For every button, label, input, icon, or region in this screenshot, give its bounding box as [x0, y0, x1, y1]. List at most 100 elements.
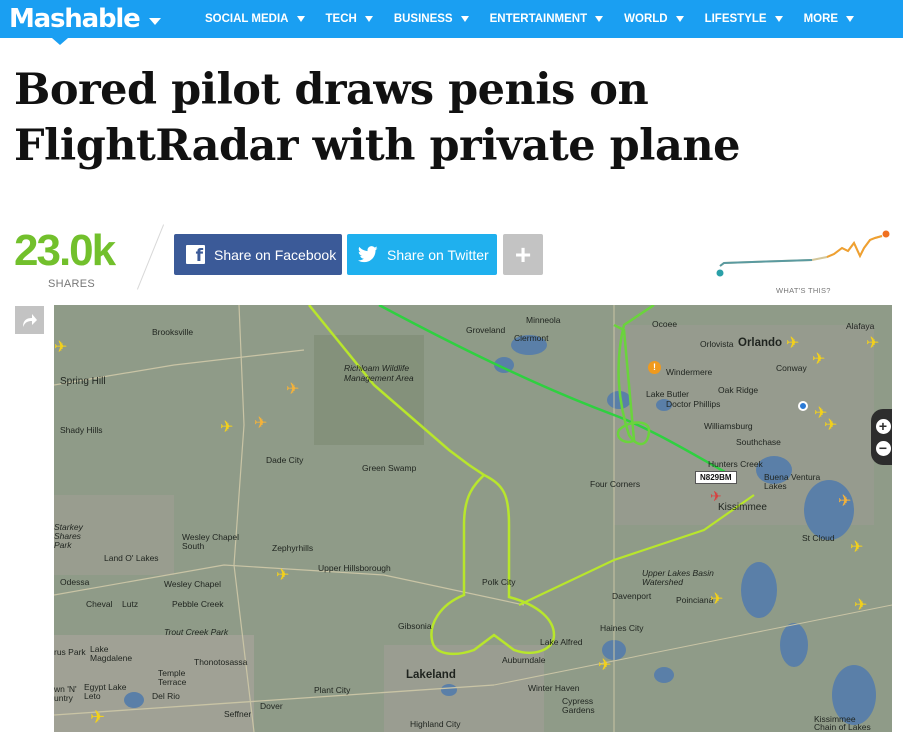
- zoom-in-button[interactable]: +: [875, 418, 891, 434]
- map-label: Plant City: [314, 685, 351, 695]
- map-label: Kissimmee: [718, 502, 767, 513]
- plane-icon: ✈: [710, 591, 724, 608]
- nav-label: MORE: [803, 13, 839, 25]
- plane-icon: ✈: [824, 417, 838, 434]
- whats-this-link[interactable]: WHAT'S THIS?: [776, 286, 831, 295]
- nav-label: ENTERTAINMENT: [489, 13, 588, 25]
- map-label: Davenport: [612, 591, 652, 601]
- map-label: Shady Hills: [60, 425, 103, 435]
- plane-icon: ✈: [850, 539, 864, 556]
- map-label: Cheval: [86, 599, 113, 609]
- nav-label: WORLD: [624, 13, 668, 25]
- plane-icon: ✈: [220, 419, 234, 436]
- map-label: Orlovista: [700, 339, 734, 349]
- map-label: Conway: [776, 363, 807, 373]
- velocity-graph: [716, 230, 890, 277]
- nav-entertainment[interactable]: ENTERTAINMENT: [490, 13, 604, 25]
- share-more-button[interactable]: +: [503, 234, 543, 275]
- share-twitter-button[interactable]: Share on Twitter: [347, 234, 497, 275]
- map-label: Clermont: [514, 333, 549, 343]
- chevron-down-icon: [595, 16, 604, 22]
- map-label: Del Rio: [152, 691, 180, 701]
- share-arrow-icon: [23, 313, 37, 327]
- map-label: Seffner: [224, 709, 252, 719]
- map-label: Green Swamp: [362, 463, 417, 473]
- mashable-logo[interactable]: Mashable: [9, 2, 161, 36]
- share-twitter-label: Share on Twitter: [387, 246, 489, 263]
- map-label: rus Park: [54, 647, 86, 657]
- nav-label: SOCIAL MEDIA: [205, 13, 289, 25]
- twitter-icon: [358, 246, 378, 263]
- map-label: Egypt Lake Leto: [84, 682, 127, 701]
- nav-pointer: [52, 38, 68, 45]
- chevron-down-icon: [364, 16, 373, 22]
- chevron-down-icon: [148, 17, 161, 25]
- plane-icon: ✈: [866, 335, 880, 352]
- facebook-icon: f: [186, 245, 205, 266]
- nav-social-media[interactable]: SOCIAL MEDIA: [205, 13, 305, 25]
- map-label: Upper Lakes Basin Watershed: [642, 568, 714, 587]
- map-label: Odessa: [60, 577, 90, 587]
- plane-icon: ✈: [276, 567, 290, 584]
- map-label: Lakeland: [406, 669, 456, 681]
- share-facebook-button[interactable]: f Share on Facebook: [174, 234, 342, 275]
- map-label: Southchase: [736, 437, 781, 447]
- map-label: Alafaya: [846, 321, 875, 331]
- share-arrow-button[interactable]: [15, 306, 44, 334]
- map-label: Richloam Wildlife Management Area: [344, 363, 414, 383]
- map-label: wn 'N' untry: [54, 684, 77, 703]
- map-label: Wesley Chapel South: [182, 532, 240, 551]
- map-label: Kissimmee Chain of Lakes: [814, 714, 871, 732]
- map-label: Auburndale: [502, 655, 546, 665]
- map-label: Lake Butler: [646, 389, 689, 399]
- plane-icon: ✈: [786, 335, 800, 352]
- article-headline: Bored pilot draws penis on FlightRadar w…: [14, 65, 740, 171]
- map-label: Windermere: [666, 367, 713, 377]
- top-nav: Mashable SOCIAL MEDIA TECH BUSINESS ENTE…: [0, 0, 903, 38]
- plane-icon: ✈: [286, 381, 300, 398]
- share-facebook-label: Share on Facebook: [214, 246, 337, 263]
- nav-tech[interactable]: TECH: [326, 13, 373, 25]
- map-label: Dover: [260, 701, 283, 711]
- plane-icon: ✈: [254, 415, 268, 432]
- nav-label: TECH: [325, 13, 357, 25]
- zoom-out-button[interactable]: −: [875, 440, 891, 456]
- share-count-label: SHARES: [48, 278, 96, 290]
- map-label: Zephyrhills: [272, 543, 314, 553]
- share-count: 23.0k: [14, 226, 116, 275]
- chevron-down-icon: [460, 16, 469, 22]
- chevron-down-icon: [774, 16, 783, 22]
- plane-icon: ✈: [854, 597, 868, 614]
- location-marker-icon: [798, 401, 808, 411]
- plane-icon: ✈: [54, 339, 68, 356]
- nav-label: LIFESTYLE: [704, 13, 767, 25]
- plus-icon: +: [514, 238, 532, 270]
- chevron-down-icon: [675, 16, 684, 22]
- map-label: Brooksville: [152, 327, 194, 337]
- nav-lifestyle[interactable]: LIFESTYLE: [705, 13, 783, 25]
- tracked-plane-icon: ✈: [710, 488, 722, 504]
- map-label: Minneola: [526, 315, 561, 325]
- nav-world[interactable]: WORLD: [624, 13, 684, 25]
- map-label: St Cloud: [802, 533, 835, 543]
- map-label: Winter Haven: [528, 683, 580, 693]
- map-label: Lake Alfred: [540, 637, 583, 647]
- map-label: Lutz: [122, 599, 139, 609]
- map-label: Groveland: [466, 325, 506, 335]
- plane-icon: ✈: [90, 707, 106, 727]
- logo-text: Mashable: [9, 4, 141, 34]
- nav-more[interactable]: MORE: [804, 13, 855, 25]
- map-label: Spring Hill: [60, 376, 106, 387]
- map-label: Williamsburg: [704, 421, 753, 431]
- map-label: Upper Hillsborough: [318, 563, 391, 573]
- nav-business[interactable]: BUSINESS: [394, 13, 469, 25]
- divider: [136, 224, 165, 290]
- map-label: Highland City: [410, 719, 461, 729]
- map-label: Dade City: [266, 455, 304, 465]
- flight-callsign-label: N829BM: [695, 471, 737, 484]
- plane-icon: ✈: [838, 493, 852, 510]
- map-label: Buena Ventura Lakes: [764, 472, 821, 491]
- map-label: Poinciana: [676, 595, 714, 605]
- map-label: Four Corners: [590, 479, 641, 489]
- map-zoom-control: + −: [871, 409, 892, 465]
